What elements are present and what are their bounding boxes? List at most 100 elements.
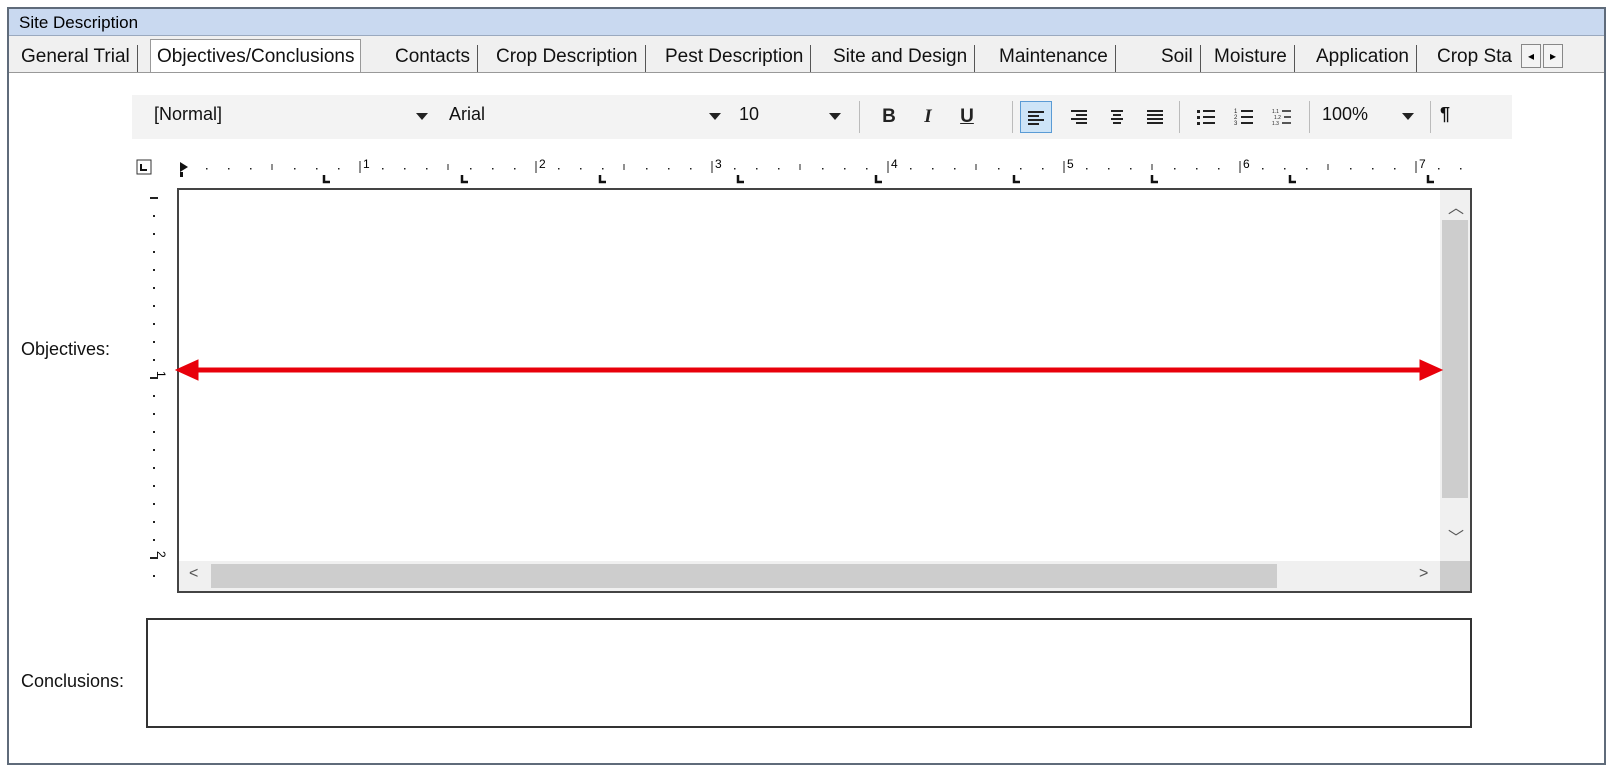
horizontal-scrollbar[interactable]: < > [179,561,1440,591]
ruler-number: 4 [891,157,898,171]
ruler-number: 6 [1243,157,1250,171]
objectives-label: Objectives: [21,339,111,359]
first-line-indent-marker[interactable] [180,162,188,172]
ruler-tick [153,305,155,307]
ruler-tick [1086,168,1088,170]
ruler-tick [153,431,155,433]
justify-button[interactable] [1139,101,1171,133]
vertical-ruler: 12 [137,189,168,589]
tab-stop-marker[interactable] [1012,175,1020,184]
ruler-tick [153,215,155,217]
conclusions-editor[interactable] [146,618,1472,728]
tab-crop-description[interactable]: Crop Description [496,45,645,73]
tab-soil[interactable]: Soil [1161,45,1201,73]
tab-stop-marker[interactable] [1426,175,1434,184]
justify-icon [1147,110,1163,124]
tab-general-trial[interactable]: General Trial [21,45,138,73]
scroll-left-icon[interactable]: < [189,565,198,583]
vertical-scrollbar[interactable]: ︿ ﹀ [1440,190,1470,561]
tab-stop-marker[interactable] [1288,175,1296,184]
tab-stop-marker[interactable] [1150,175,1158,184]
scroll-down-icon[interactable]: ﹀ [1448,524,1464,548]
horizontal-scroll-thumb[interactable] [211,564,1277,588]
style-select[interactable]: [Normal] [154,104,222,125]
scroll-right-icon[interactable]: > [1419,565,1428,583]
tab-strip: General Trial Objectives/Conclusions Con… [9,36,1604,73]
tab-maintenance[interactable]: Maintenance [999,45,1116,73]
horizontal-ruler: 1 2 3 4 5 6 7 [132,155,1482,185]
show-formatting-button[interactable]: ¶ [1440,104,1450,125]
toolbar-separator [1012,101,1013,133]
align-left-button[interactable] [1020,101,1052,133]
align-right-button[interactable] [1063,101,1095,133]
ruler-tick [153,413,155,415]
ruler-tick [404,168,406,170]
ruler-tick [153,575,155,577]
ruler-tick [602,168,604,170]
bullet-list-button[interactable] [1190,101,1222,133]
italic-button[interactable]: I [912,101,944,133]
conclusions-label: Conclusions: [21,671,125,691]
tab-scroll-right-button[interactable]: ▸ [1543,44,1563,68]
left-indent-marker[interactable] [180,172,183,177]
ruler-tick [690,168,692,170]
ruler-number: 2 [154,551,167,558]
svg-text:3: 3 [1234,121,1238,126]
tab-stop-marker[interactable] [322,175,330,184]
tab-scroll-left-button[interactable]: ◂ [1521,44,1541,68]
tab-pest-description[interactable]: Pest Description [665,45,812,73]
font-size-select[interactable]: 10 [739,104,759,125]
tab-type-selector[interactable] [136,159,152,175]
align-right-icon [1071,110,1087,124]
tab-moisture[interactable]: Moisture [1214,45,1295,73]
tab-contacts[interactable]: Contacts [395,45,478,73]
ruler-tick [1306,168,1308,170]
ruler-tick [228,168,230,170]
ruler-tick [1284,168,1286,170]
multilevel-list-icon: 1.11.21.3 [1272,109,1291,127]
style-dropdown-arrow[interactable] [416,113,428,120]
tab-objectives-conclusions[interactable]: Objectives/Conclusions [150,39,362,73]
multilevel-list-button[interactable]: 1.1 1.2 1.3 [1266,101,1298,133]
window-title: Site Description [19,13,139,32]
ruler-tick [1196,168,1198,170]
tab-stop-marker[interactable] [874,175,882,184]
ruler-tick [470,168,472,170]
vertical-scroll-thumb[interactable] [1442,220,1468,498]
tab-stop-marker[interactable] [598,175,606,184]
ruler-tick [1438,168,1440,170]
ruler-tick [153,503,155,505]
underline-button[interactable]: U [951,101,983,133]
ruler-tick [1218,168,1220,170]
numbered-list-button[interactable]: 123 [1228,101,1260,133]
font-size-dropdown-arrow[interactable] [829,113,841,120]
ruler-tick [932,168,934,170]
tab-stop-marker[interactable] [736,175,744,184]
font-select[interactable]: Arial [449,104,485,125]
ruler-tick [1108,168,1110,170]
scroll-up-icon[interactable]: ︿ [1448,194,1464,218]
ruler-tick [153,341,155,343]
objectives-editor[interactable]: ︿ ﹀ < > [177,188,1472,593]
tab-site-and-design[interactable]: Site and Design [833,45,976,73]
zoom-select[interactable]: 100% [1322,104,1368,125]
ruler-tick [1174,168,1176,170]
ruler-tick [910,168,912,170]
ruler-tick [778,168,780,170]
ruler-tick [734,168,736,170]
tab-stop-marker[interactable] [460,175,468,184]
ruler-tick [492,168,494,170]
bold-button[interactable]: B [873,101,905,133]
ruler-number: 5 [1067,157,1074,171]
ruler-tick [153,539,155,541]
tab-crop-stage[interactable]: Crop Sta [1437,45,1521,71]
ruler-tick [153,521,155,523]
ruler-tick [668,168,670,170]
align-center-button[interactable] [1101,101,1133,133]
align-left-icon [1028,111,1044,125]
font-dropdown-arrow[interactable] [709,113,721,120]
zoom-dropdown-arrow[interactable] [1402,113,1414,120]
ruler-tick [558,168,560,170]
ruler-tick [1372,168,1374,170]
tab-application[interactable]: Application [1316,45,1417,73]
